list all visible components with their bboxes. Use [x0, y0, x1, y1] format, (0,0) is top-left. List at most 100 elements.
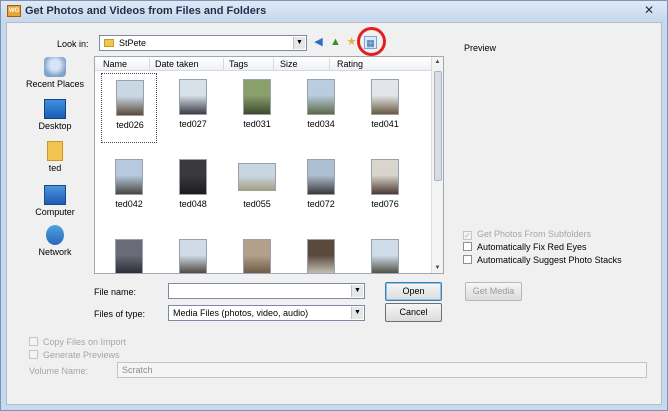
volume-name-input[interactable]: Scratch — [117, 362, 647, 378]
photo-thumbnail — [307, 239, 335, 273]
dialog-body: Look in: StPete ▼ ◀ ▲ ★ ▦ Preview Recent… — [6, 22, 662, 405]
file-name: ted026 — [116, 120, 144, 130]
get-photos-dialog: WG Get Photos and Videos from Files and … — [0, 0, 668, 411]
file-name: ted048 — [179, 199, 207, 209]
get-media-button[interactable]: Get Media — [465, 282, 522, 301]
preview-label: Preview — [464, 43, 497, 53]
file-tile[interactable]: ted055 — [229, 153, 285, 223]
file-name: ted055 — [243, 199, 271, 209]
file-tile[interactable] — [293, 233, 349, 273]
files-of-type-label: Files of type: — [94, 309, 146, 319]
column-rating[interactable]: Rating — [337, 59, 363, 69]
photo-thumbnail — [371, 159, 399, 195]
file-list[interactable]: Name Date taken Tags Size Rating ted026 t… — [94, 56, 444, 274]
place-recent-places[interactable]: Recent Places — [21, 57, 89, 89]
close-button[interactable]: ✕ — [637, 3, 661, 18]
highlight-circle — [357, 27, 386, 56]
scroll-down-icon[interactable]: ▼ — [432, 263, 443, 273]
file-tile[interactable] — [357, 233, 413, 273]
volume-name-label: Volume Name: — [29, 366, 89, 376]
column-tags[interactable]: Tags — [229, 59, 248, 69]
chevron-down-icon[interactable]: ▼ — [351, 307, 363, 319]
checkbox-box[interactable] — [29, 350, 38, 359]
files-of-type-select[interactable]: Media Files (photos, video, audio) ▼ — [168, 305, 365, 321]
generate-previews-checkbox[interactable]: Generate Previews — [29, 350, 120, 360]
file-tile[interactable]: ted076 — [357, 153, 413, 223]
column-size[interactable]: Size — [280, 59, 298, 69]
vertical-scrollbar[interactable]: ▲ ▼ — [431, 57, 443, 273]
column-header: Name Date taken Tags Size Rating — [95, 57, 432, 71]
checkbox-label: Generate Previews — [43, 350, 120, 360]
file-tile[interactable] — [101, 233, 157, 273]
desktop-icon — [44, 99, 66, 119]
checkbox-box[interactable] — [463, 255, 472, 264]
chevron-down-icon[interactable]: ▼ — [351, 285, 363, 297]
cancel-button[interactable]: Cancel — [385, 303, 442, 322]
chevron-down-icon[interactable]: ▼ — [293, 37, 305, 49]
photo-thumbnail — [238, 163, 276, 191]
file-name: ted042 — [115, 199, 143, 209]
files-of-type-value: Media Files (photos, video, audio) — [173, 308, 309, 318]
place-ted[interactable]: ted — [21, 141, 89, 173]
scrollbar-thumb[interactable] — [434, 71, 442, 181]
app-icon: WG — [7, 5, 21, 17]
place-network[interactable]: Network — [21, 225, 89, 257]
checkbox-label: Get Photos From Subfolders — [477, 229, 592, 239]
back-icon[interactable]: ◀ — [312, 36, 325, 49]
copy-files-checkbox[interactable]: Copy Files on Import — [29, 337, 126, 347]
file-tile[interactable]: ted072 — [293, 153, 349, 223]
file-tile[interactable] — [229, 233, 285, 273]
column-separator[interactable] — [223, 58, 224, 70]
place-label: Computer — [35, 207, 75, 217]
file-tile[interactable]: ted026 — [101, 73, 157, 143]
scroll-up-icon[interactable]: ▲ — [432, 57, 443, 67]
file-name: ted027 — [179, 119, 207, 129]
network-icon — [46, 225, 64, 245]
subfolders-checkbox[interactable]: ✓ Get Photos From Subfolders — [463, 229, 591, 240]
file-tile[interactable]: ted041 — [357, 73, 413, 143]
checkbox-label: Automatically Fix Red Eyes — [477, 242, 587, 252]
place-label: ted — [48, 163, 62, 173]
look-in-label: Look in: — [57, 39, 89, 49]
file-name-input[interactable]: ▼ — [168, 283, 365, 299]
up-one-level-icon[interactable]: ▲ — [329, 36, 342, 49]
photo-thumbnail — [115, 159, 143, 195]
place-desktop[interactable]: Desktop — [21, 99, 89, 131]
photo-thumbnail — [307, 159, 335, 195]
look-in-value: StPete — [119, 38, 147, 48]
checkbox-box[interactable] — [463, 242, 472, 251]
file-tile[interactable]: ted042 — [101, 153, 157, 223]
volume-name-value: Scratch — [122, 365, 153, 375]
photo-thumbnail — [179, 79, 207, 115]
photo-stacks-checkbox[interactable]: Automatically Suggest Photo Stacks — [463, 255, 622, 265]
place-computer[interactable]: Computer — [21, 185, 89, 217]
place-label: Network — [38, 247, 72, 257]
file-name: ted034 — [307, 119, 335, 129]
checkbox-box[interactable] — [29, 337, 38, 346]
file-tile[interactable]: ted027 — [165, 73, 221, 143]
photo-thumbnail — [115, 239, 143, 273]
look-in-combobox[interactable]: StPete ▼ — [99, 35, 307, 51]
checkbox-box[interactable]: ✓ — [463, 231, 472, 240]
open-button[interactable]: Open — [385, 282, 442, 301]
place-label: Desktop — [38, 121, 72, 131]
photo-thumbnail — [371, 79, 399, 115]
file-tile[interactable]: ted034 — [293, 73, 349, 143]
photo-thumbnail — [243, 239, 271, 273]
file-tile[interactable]: ted048 — [165, 153, 221, 223]
column-separator[interactable] — [149, 58, 150, 70]
column-date-taken[interactable]: Date taken — [155, 59, 199, 69]
photo-thumbnail — [307, 79, 335, 115]
file-tile[interactable] — [165, 233, 221, 273]
column-separator[interactable] — [329, 58, 330, 70]
fix-red-eyes-checkbox[interactable]: Automatically Fix Red Eyes — [463, 242, 587, 252]
file-tile[interactable]: ted031 — [229, 73, 285, 143]
title-bar[interactable]: WG Get Photos and Videos from Files and … — [1, 1, 667, 21]
column-separator[interactable] — [273, 58, 274, 70]
recent-places-icon — [44, 57, 66, 77]
photo-thumbnail — [371, 239, 399, 273]
checkbox-label: Automatically Suggest Photo Stacks — [477, 255, 622, 265]
checkbox-label: Copy Files on Import — [43, 337, 127, 347]
folder-icon — [104, 39, 114, 47]
column-name[interactable]: Name — [103, 59, 127, 69]
